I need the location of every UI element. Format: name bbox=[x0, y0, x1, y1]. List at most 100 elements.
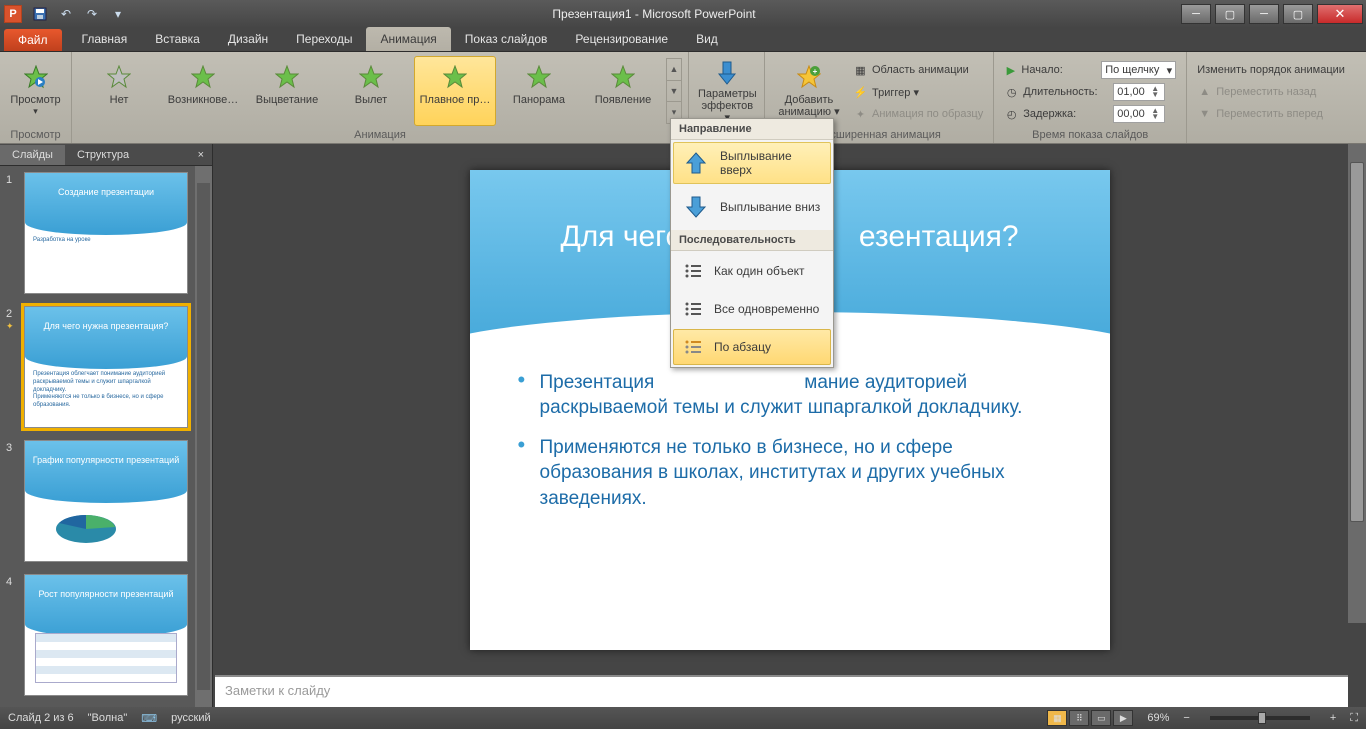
add-animation-button[interactable]: + Добавить анимацию ▾ bbox=[771, 56, 847, 126]
delay-input[interactable]: 00,00▲▼ bbox=[1113, 105, 1165, 123]
clock-icon: ◷ bbox=[1004, 85, 1019, 100]
timing-start-row: ▶Начало:По щелчку▾ bbox=[1000, 60, 1180, 80]
dropdown-section-direction: Направление bbox=[671, 119, 833, 140]
dropdown-item-as-one[interactable]: Как один объект bbox=[673, 253, 831, 289]
effect-4[interactable]: Плавное пр… bbox=[414, 56, 496, 126]
view-buttons: ▦ ⠿ ▭ ▶ bbox=[1047, 710, 1133, 726]
effect-options-dropdown: Направление Выплывание вверх Выплывание … bbox=[670, 118, 834, 368]
zoom-slider[interactable] bbox=[1210, 716, 1310, 720]
effect-options-button[interactable]: Параметры эффектов ▾ bbox=[695, 56, 760, 126]
duration-input[interactable]: 01,00▲▼ bbox=[1113, 83, 1165, 101]
panel-close-button[interactable]: × bbox=[190, 149, 212, 161]
painter-icon: ✦ bbox=[853, 107, 868, 122]
tab-view[interactable]: Вид bbox=[682, 27, 732, 51]
minimize-button[interactable]: ─ bbox=[1249, 4, 1279, 24]
animation-painter-button: ✦Анимация по образцу bbox=[849, 104, 987, 124]
list-icon bbox=[682, 260, 704, 282]
view-normal-button[interactable]: ▦ bbox=[1047, 710, 1067, 726]
up-arrow-icon: ▲ bbox=[1197, 85, 1212, 100]
preview-button[interactable]: Просмотр ▾ bbox=[6, 56, 65, 126]
group-preview: Просмотр ▾ Просмотр bbox=[0, 52, 72, 143]
doc-minimize-button[interactable]: ─ bbox=[1181, 4, 1211, 24]
effect-1[interactable]: Возникнове… bbox=[162, 56, 244, 126]
arrow-down-icon bbox=[682, 193, 710, 221]
effect-2[interactable]: Выцветание bbox=[246, 56, 328, 126]
view-sorter-button[interactable]: ⠿ bbox=[1069, 710, 1089, 726]
zoom-out-button[interactable]: − bbox=[1183, 712, 1189, 724]
spinner-icon[interactable]: ▲▼ bbox=[1151, 86, 1161, 98]
trigger-button[interactable]: ⚡Триггер ▾ bbox=[849, 82, 987, 102]
doc-maximize-button[interactable]: ▢ bbox=[1215, 4, 1245, 24]
notes-pane[interactable]: Заметки к слайду bbox=[215, 675, 1348, 707]
tab-slideshow[interactable]: Показ слайдов bbox=[451, 27, 562, 51]
ribbon-tabs: Файл Главная Вставка Дизайн Переходы Ани… bbox=[0, 28, 1366, 52]
trigger-label: Триггер ▾ bbox=[872, 86, 919, 99]
start-combo[interactable]: По щелчку▾ bbox=[1101, 61, 1176, 79]
slide-thumbnail[interactable]: Для чего нужна презентация? Презентация … bbox=[24, 306, 188, 428]
tab-slides[interactable]: Слайды bbox=[0, 145, 65, 165]
gallery-expand[interactable]: ▲▼▾ bbox=[666, 58, 682, 124]
effect-label: Выцветание bbox=[256, 94, 318, 106]
dropdown-item-label: Как один объект bbox=[714, 264, 822, 278]
view-reading-button[interactable]: ▭ bbox=[1091, 710, 1111, 726]
slide-body: Презентация XXXXXXXXXXX мание аудиторией… bbox=[518, 370, 1062, 526]
move-earlier-button: ▲Переместить назад bbox=[1193, 82, 1349, 102]
vertical-scrollbar[interactable] bbox=[1348, 144, 1366, 623]
dropdown-item-all-at-once[interactable]: Все одновременно bbox=[673, 291, 831, 327]
slides-panel: Слайды Структура × 1 Создание презентаци… bbox=[0, 144, 213, 707]
delay-icon: ◴ bbox=[1004, 107, 1019, 122]
dropdown-item-float-down[interactable]: Выплывание вниз bbox=[673, 186, 831, 228]
redo-icon[interactable]: ↷ bbox=[82, 4, 102, 24]
close-button[interactable]: ✕ bbox=[1317, 4, 1363, 24]
tab-insert[interactable]: Вставка bbox=[141, 27, 214, 51]
group-timing: ▶Начало:По щелчку▾ ◷ Длительность: 01,00▲▼… bbox=[994, 52, 1187, 143]
zoom-value[interactable]: 69% bbox=[1147, 712, 1169, 724]
maximize-button[interactable]: ▢ bbox=[1283, 4, 1313, 24]
thumb-number: 4 bbox=[6, 574, 24, 696]
save-icon[interactable] bbox=[30, 4, 50, 24]
tab-transitions[interactable]: Переходы bbox=[282, 27, 366, 51]
thumbs-scrollbar[interactable] bbox=[195, 166, 212, 707]
dropdown-item-float-up[interactable]: Выплывание вверх bbox=[673, 142, 831, 184]
svg-text:+: + bbox=[813, 67, 818, 76]
effect-6[interactable]: Появление bbox=[582, 56, 664, 126]
fit-window-button[interactable]: ⛶ bbox=[1350, 712, 1358, 725]
tab-animation[interactable]: Анимация bbox=[366, 27, 450, 51]
dropdown-item-label: Выплывание вниз bbox=[720, 200, 822, 214]
slide-thumbnail[interactable]: Рост популярности презентаций bbox=[24, 574, 188, 696]
thumb-number: 1 bbox=[6, 172, 24, 294]
undo-icon[interactable]: ↶ bbox=[56, 4, 76, 24]
slide-thumbnail[interactable]: Создание презентации Разработка на уроке bbox=[24, 172, 188, 294]
dropdown-item-by-paragraph[interactable]: По абзацу bbox=[673, 329, 831, 365]
app-icon: P bbox=[4, 5, 22, 23]
timing-duration-row: ◷ Длительность: 01,00▲▼ bbox=[1000, 82, 1180, 102]
effect-label: Вылет bbox=[355, 94, 387, 106]
tab-review[interactable]: Рецензирование bbox=[561, 27, 682, 51]
slide-thumbnail[interactable]: График популярности презентаций bbox=[24, 440, 188, 562]
qat-dropdown-icon[interactable]: ▾ bbox=[108, 4, 128, 24]
effect-0[interactable]: Нет bbox=[78, 56, 160, 126]
thumb-row: 4 Рост популярности презентаций bbox=[6, 574, 206, 696]
animation-pane-button[interactable]: ▦Область анимации bbox=[849, 60, 987, 80]
spinner-icon[interactable]: ▲▼ bbox=[1151, 108, 1161, 120]
tab-file[interactable]: Файл bbox=[4, 29, 62, 51]
view-slideshow-button[interactable]: ▶ bbox=[1113, 710, 1133, 726]
tab-design[interactable]: Дизайн bbox=[214, 27, 282, 51]
pane-icon: ▦ bbox=[853, 63, 868, 78]
window-title: Презентация1 - Microsoft PowerPoint bbox=[128, 7, 1180, 21]
zoom-in-button[interactable]: + bbox=[1330, 712, 1336, 724]
bullet-fragment: Презентация bbox=[540, 372, 655, 393]
effect-label: Нет bbox=[110, 94, 129, 106]
duration-label: Длительность: bbox=[1023, 86, 1109, 98]
slide-title-right: езентация? bbox=[859, 220, 1019, 253]
dropdown-section-sequence: Последовательность bbox=[671, 230, 833, 251]
effect-label: Появление bbox=[595, 94, 651, 106]
group-animation: Нет Возникнове… Выцветание Вылет Плавное пр…… bbox=[72, 52, 689, 143]
language-icon[interactable]: ⌨ bbox=[141, 712, 157, 725]
status-language[interactable]: русский bbox=[171, 712, 210, 724]
start-value: По щелчку bbox=[1105, 64, 1159, 76]
effect-3[interactable]: Вылет bbox=[330, 56, 412, 126]
tab-home[interactable]: Главная bbox=[68, 27, 142, 51]
effect-5[interactable]: Панорама bbox=[498, 56, 580, 126]
tab-outline[interactable]: Структура bbox=[65, 145, 141, 165]
